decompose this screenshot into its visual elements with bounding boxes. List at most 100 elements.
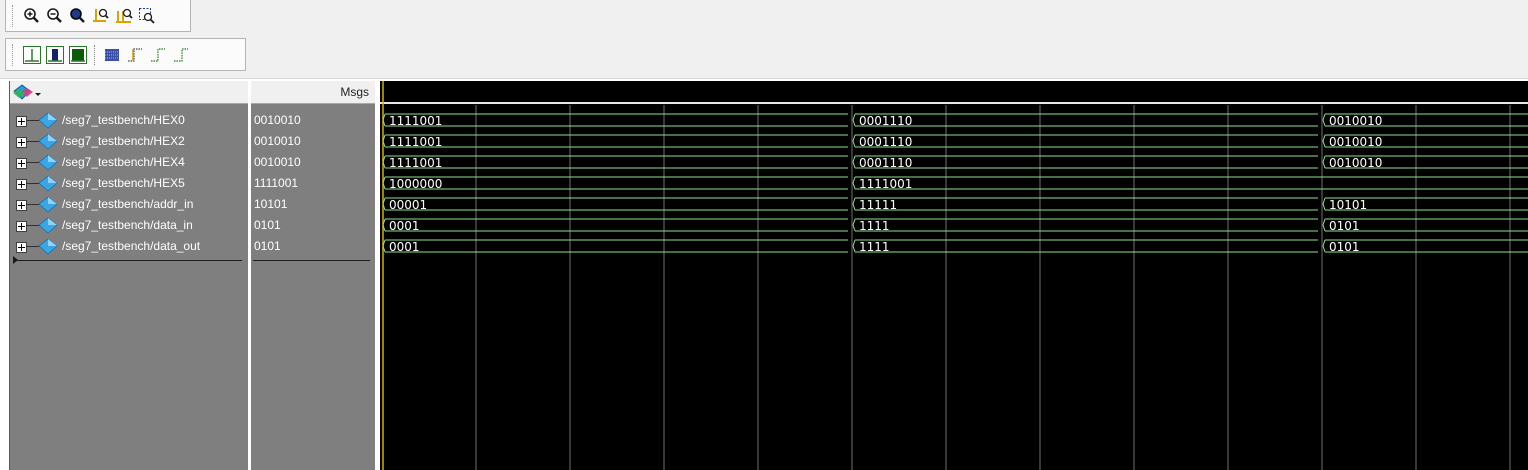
toolbar-grip[interactable] — [12, 4, 16, 27]
zoom-area-icon[interactable] — [137, 6, 157, 26]
zoom-full-icon[interactable] — [68, 6, 88, 26]
signal-value-row[interactable]: 0010010 — [251, 152, 375, 173]
active-row-underline — [253, 260, 370, 261]
bus-transition — [1322, 239, 1326, 253]
signal-value-row[interactable]: 0010010 — [251, 131, 375, 152]
signal-name: /seg7_testbench/HEX5 — [62, 176, 185, 190]
zoom-in-icon[interactable] — [22, 6, 42, 26]
bus-value-label: 1111001 — [389, 156, 442, 170]
active-row-marker-icon — [13, 256, 18, 264]
bus-transition — [1322, 134, 1326, 148]
signal-value: 0101 — [254, 239, 281, 253]
signal-row[interactable]: /seg7_testbench/addr_in — [10, 194, 249, 215]
signal-row[interactable]: /seg7_testbench/data_in — [10, 215, 249, 236]
signal-value: 1111001 — [254, 176, 299, 190]
signal-diamond-icon — [38, 175, 58, 195]
signal-name: /seg7_testbench/HEX2 — [62, 134, 185, 148]
bus-value-label: 0010010 — [1329, 135, 1382, 149]
bus-transition — [1322, 197, 1326, 211]
msgs-column-label: Msgs — [340, 85, 369, 99]
zoom-out-icon[interactable] — [45, 6, 65, 26]
bus-value-label: 1111 — [859, 219, 890, 233]
wave-rising-edge-icon[interactable] — [148, 45, 168, 65]
wave-leaf-icon[interactable] — [22, 45, 42, 65]
bus-value-label: 1111001 — [389, 114, 442, 128]
signal-name: /seg7_testbench/HEX4 — [62, 155, 185, 169]
bus-transition — [852, 239, 856, 253]
signal-value: 10101 — [254, 197, 288, 211]
expand-plus-icon[interactable] — [16, 200, 27, 211]
names-pane-header — [10, 81, 249, 104]
bus-transition — [1322, 155, 1326, 169]
signal-name: /seg7_testbench/HEX0 — [62, 113, 185, 127]
bus-transition — [852, 176, 856, 190]
signal-value: 0010010 — [254, 113, 301, 127]
signal-diamond-icon — [38, 196, 58, 216]
bus-value-label: 0001 — [389, 219, 420, 233]
bus-transition — [852, 134, 856, 148]
zoom-toolbar — [5, 0, 191, 32]
bus-value-label: 0101 — [1329, 219, 1360, 233]
bus-value-label: 1111 — [859, 240, 890, 254]
bus-value-label: 10101 — [1329, 198, 1367, 212]
zoom-between-cursors-icon[interactable] — [114, 6, 134, 26]
expand-plus-icon[interactable] — [16, 137, 27, 148]
bus-transition — [852, 155, 856, 169]
wave-step-edge-icon[interactable] — [125, 45, 145, 65]
wave-green-block-icon[interactable] — [68, 45, 88, 65]
signal-value: 0010010 — [254, 134, 301, 148]
bus-transition — [852, 113, 856, 127]
bus-value-label: 0001110 — [859, 135, 912, 149]
signal-value-row[interactable]: 0101 — [251, 236, 375, 257]
signal-row[interactable]: /seg7_testbench/HEX5 — [10, 173, 249, 194]
expand-plus-icon[interactable] — [16, 158, 27, 169]
wave-window: /seg7_testbench/HEX0 /seg7_testbench/HEX… — [0, 79, 1528, 470]
signal-names-pane: /seg7_testbench/HEX0 /seg7_testbench/HEX… — [9, 81, 249, 470]
signal-value-row[interactable]: 0010010 — [251, 110, 375, 131]
signal-diamond-icon — [38, 112, 58, 132]
wave-pattern-icon[interactable] — [102, 45, 122, 65]
toolbar-separator — [94, 44, 96, 65]
signal-name: /seg7_testbench/data_in — [62, 218, 193, 232]
bus-value-label: 0001 — [389, 240, 420, 254]
bus-transition — [1322, 218, 1326, 232]
wave-falling-edge-icon[interactable] — [171, 45, 191, 65]
signal-diamond-icon — [38, 133, 58, 153]
signal-value-row[interactable]: 0101 — [251, 215, 375, 236]
bus-value-label: 0010010 — [1329, 114, 1382, 128]
signal-row[interactable]: /seg7_testbench/data_out — [10, 236, 249, 257]
bus-transition — [852, 197, 856, 211]
wave-dark-block-icon[interactable] — [45, 45, 65, 65]
bus-value-label: 0001110 — [859, 114, 912, 128]
wave-format-toolbar — [5, 38, 246, 71]
expand-plus-icon[interactable] — [16, 221, 27, 232]
zoom-in-on-active-cursor-icon[interactable] — [91, 6, 111, 26]
toolbar-grip[interactable] — [12, 43, 16, 66]
bus-value-label: 0001110 — [859, 156, 912, 170]
expand-plus-icon[interactable] — [16, 179, 27, 190]
bus-transition — [852, 218, 856, 232]
bus-value-label: 1111001 — [859, 177, 912, 191]
waveform-canvas[interactable]: 1111001 0001110 0010010 1111001 0001110 00100… — [380, 81, 1528, 470]
signal-diamond-icon — [38, 154, 58, 174]
signal-row[interactable]: /seg7_testbench/HEX4 — [10, 152, 249, 173]
signal-row[interactable]: /seg7_testbench/HEX0 — [10, 110, 249, 131]
bus-transition — [1322, 113, 1326, 127]
bus-value-label: 0010010 — [1329, 156, 1382, 170]
bus-value-label: 00001 — [389, 198, 427, 212]
expand-plus-icon[interactable] — [16, 242, 27, 253]
bus-value-label: 0101 — [1329, 240, 1360, 254]
signal-values-pane: Msgs 0010010 0010010 0010010 1111001 101… — [251, 81, 375, 470]
bus-value-label: 1111001 — [389, 135, 442, 149]
expand-plus-icon[interactable] — [16, 116, 27, 127]
bus-value-label: 1000000 — [389, 177, 442, 191]
signal-value-row[interactable]: 1111001 — [251, 173, 375, 194]
signal-select-icon[interactable] — [13, 84, 43, 103]
signal-value-row[interactable]: 10101 — [251, 194, 375, 215]
signal-diamond-icon — [38, 217, 58, 237]
signal-name: /seg7_testbench/data_out — [62, 239, 201, 253]
signal-row[interactable]: /seg7_testbench/HEX2 — [10, 131, 249, 152]
signal-value: 0010010 — [254, 155, 301, 169]
signal-value: 0101 — [254, 218, 281, 232]
waveform-pane[interactable]: 1111001 0001110 0010010 1111001 0001110 00100… — [380, 81, 1528, 470]
